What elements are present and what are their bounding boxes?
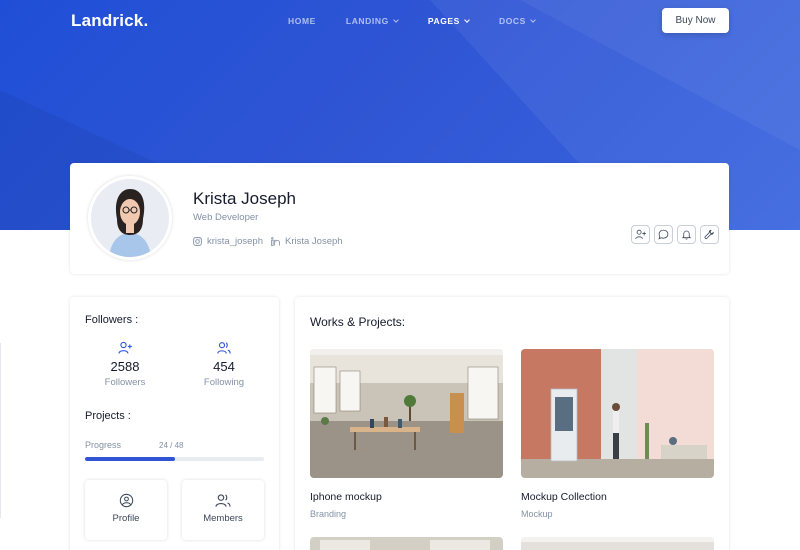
avatar [88,176,172,260]
office-photo [310,349,503,478]
page-edge-divider [0,343,1,518]
users-icon [215,494,231,507]
interior-photo [521,537,714,550]
nav-item-label: LANDING [345,16,389,26]
progress-bar-fill [85,457,175,461]
nav-item-pages[interactable]: PAGES [427,16,470,26]
profile-social-links: krista_joseph Krista Joseph [193,236,343,247]
settings-button[interactable] [700,225,719,244]
work-image[interactable] [521,349,714,478]
following-label: Following [203,377,245,388]
add-friend-button[interactable] [631,225,650,244]
instagram-icon [193,237,202,246]
message-button[interactable] [654,225,673,244]
profile-role: Web Developer [193,212,259,223]
followers-stat[interactable]: 2588 Followers [85,341,165,388]
work-category[interactable]: Branding [310,509,503,519]
work-image-partial[interactable] [521,537,714,550]
nav-item-label: HOME [288,16,316,26]
progress-bar [85,457,264,461]
profile-icon [119,493,133,508]
projects-heading: Projects : [85,410,131,422]
nav-item-home[interactable]: HOME [288,16,316,26]
profile-tile-label: Profile [112,513,140,524]
tool-icon [704,229,714,240]
profile-tile-button[interactable]: Profile [85,480,167,540]
progress-value: 24 / 48 [159,441,184,450]
profile-sidebar: Followers : 2588 Followers 454 Following… [70,297,279,550]
work-category[interactable]: Mockup [521,509,714,519]
works-projects-panel: Works & Projects: Iphone mockup Branding… [295,297,729,550]
users-icon [217,342,231,354]
work-title[interactable]: Iphone mockup [310,491,503,503]
notifications-button[interactable] [677,225,696,244]
followers-label: Followers [104,377,146,388]
work-image[interactable] [310,349,503,478]
brand-logo[interactable]: Landrick. [71,11,148,31]
work-card-iphone-mockup[interactable]: Iphone mockup Branding [310,349,503,519]
main-nav: HOME LANDING PAGES DOCS [288,16,565,26]
user-plus-icon [635,229,646,240]
interior-photo [521,349,714,478]
linkedin-name-link[interactable]: Krista Joseph [285,236,343,247]
buy-now-button[interactable]: Buy Now [662,8,729,33]
members-tile-label: Members [203,513,243,524]
avatar-portrait [91,179,169,257]
office-photo [310,537,503,550]
message-icon [658,229,669,240]
chevron-down-icon [530,16,536,23]
following-count: 454 [213,359,235,374]
profile-name: Krista Joseph [193,189,296,208]
bell-icon [681,230,692,240]
nav-item-landing[interactable]: LANDING [345,16,399,26]
profile-card: Krista Joseph Web Developer krista_josep… [70,163,729,274]
user-plus-icon [118,341,132,354]
instagram-handle-link[interactable]: krista_joseph [207,236,263,247]
followers-count: 2588 [110,359,140,374]
profile-action-buttons [631,225,719,244]
work-image-partial[interactable] [310,537,503,550]
nav-item-label: DOCS [498,16,526,26]
members-tile-button[interactable]: Members [182,480,264,540]
nav-item-docs[interactable]: DOCS [498,16,536,26]
work-card-mockup-collection[interactable]: Mockup Collection Mockup [521,349,714,519]
chevron-down-icon [392,16,399,23]
followers-heading: Followers : [85,314,139,326]
chevron-down-icon [464,16,470,23]
work-title[interactable]: Mockup Collection [521,491,714,503]
nav-item-label: PAGES [427,16,460,26]
following-stat[interactable]: 454 Following [184,341,264,388]
linkedin-icon [271,237,280,246]
works-heading: Works & Projects: [310,315,406,329]
progress-label: Progress [85,440,122,450]
